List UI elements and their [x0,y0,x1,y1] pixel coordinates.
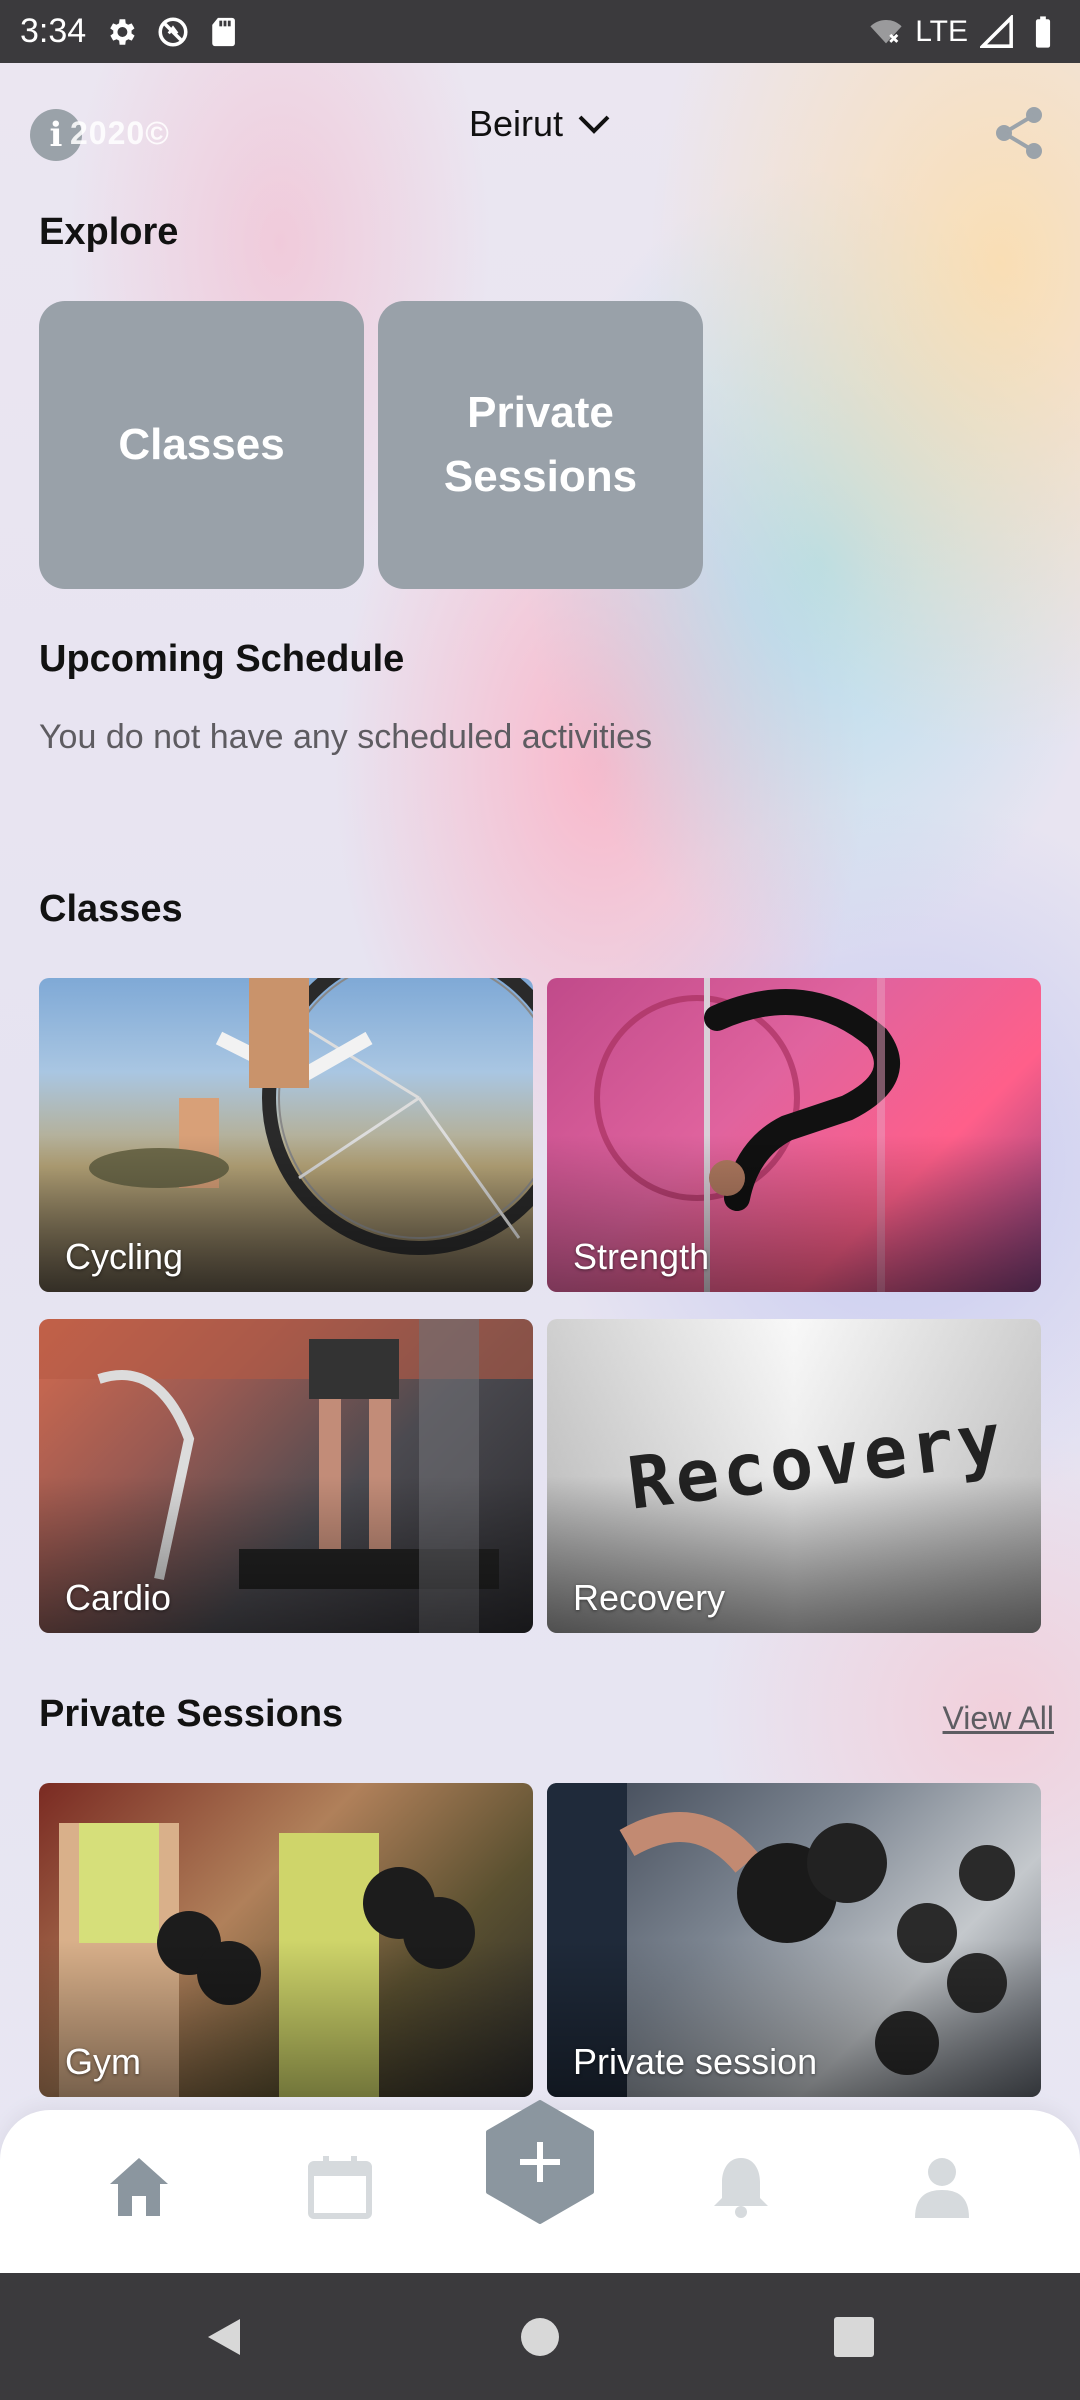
schedule-empty-message: You do not have any scheduled activities [39,718,653,756]
tile-label: Private session [573,2041,818,2082]
explore-card-label: Classes [118,420,285,469]
tile-label: Strength [573,1236,710,1277]
recents-icon[interactable] [830,2313,878,2361]
calendar-icon[interactable] [305,2152,375,2222]
location-selector[interactable]: Beirut [0,103,1080,145]
add-button[interactable] [484,2100,596,2224]
class-tile-recovery[interactable]: Recovery Recovery [547,1319,1041,1633]
settings-icon [110,18,135,45]
class-tile-strength[interactable]: Strength [547,978,1041,1292]
upcoming-schedule-title: Upcoming Schedule [39,638,405,680]
share-icon[interactable] [990,103,1050,163]
location-label: Beirut [468,103,564,144]
no-sync-icon [158,16,188,47]
home-icon[interactable] [104,2152,174,2222]
bell-icon[interactable] [706,2152,776,2222]
session-tile-private-session[interactable]: Private session [547,1783,1041,2097]
back-icon[interactable] [200,2313,248,2361]
classes-title: Classes [39,888,183,930]
wifi-off-icon [870,19,902,43]
network-type: LTE [915,14,968,48]
profile-icon[interactable] [907,2152,977,2222]
view-all-link[interactable]: View All [943,1700,1054,1737]
tile-label: Cardio [65,1577,172,1618]
explore-card-label: Private Sessions [443,388,638,501]
status-bar: 3:34 LTE [0,0,1080,63]
class-tile-cardio[interactable]: Cardio [39,1319,533,1633]
sd-card-icon [212,17,236,46]
tile-label: Cycling [65,1236,184,1277]
private-sessions-title: Private Sessions [39,1693,344,1735]
signal-icon [980,14,1013,48]
top-bar: i 2020© Beirut [0,63,1080,203]
session-tile-gym[interactable]: Gym [39,1783,533,2097]
explore-private-sessions-card[interactable]: Private Sessions [378,301,703,589]
battery-icon [1035,15,1051,48]
tile-label: Recovery [573,1577,726,1618]
status-time: 3:34 [20,12,87,50]
tile-label: Gym [65,2041,141,2082]
class-tile-cycling[interactable]: Cycling [39,978,533,1292]
bottom-navigation [0,2100,1080,2273]
explore-title: Explore [39,211,179,253]
home-circle-icon[interactable] [516,2313,564,2361]
chevron-down-icon [578,115,610,134]
app-content: i 2020© Beirut Explore Classes Private S… [0,63,1080,2273]
system-navigation-bar [0,2273,1080,2400]
explore-classes-card[interactable]: Classes [39,301,364,589]
